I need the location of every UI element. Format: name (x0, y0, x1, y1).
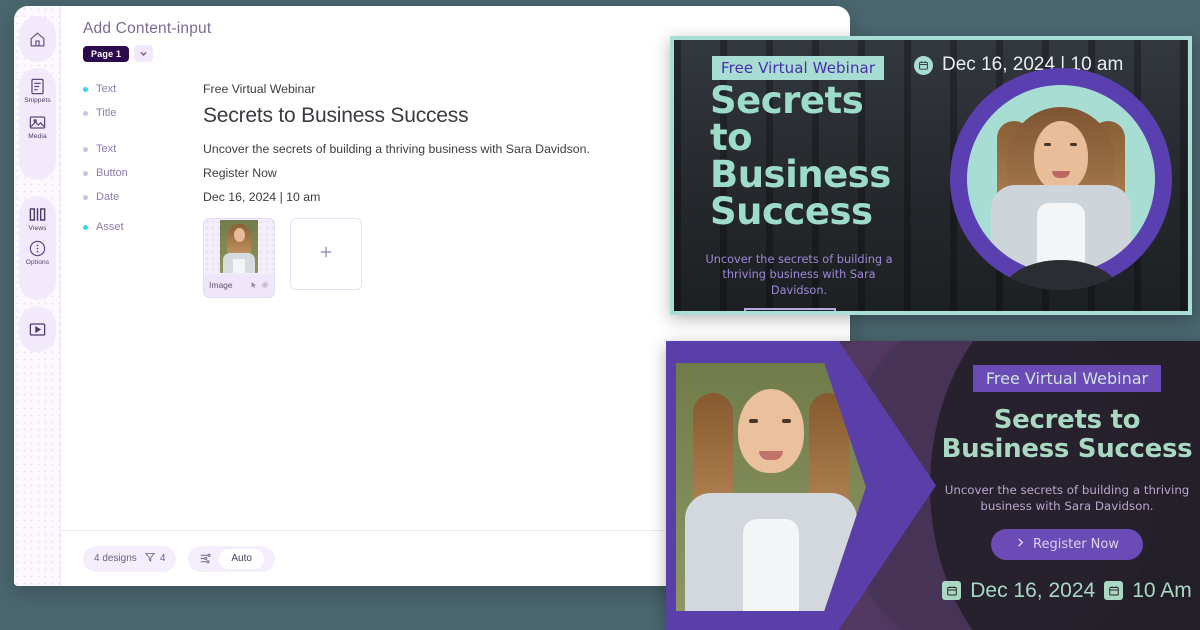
design-2-register-button[interactable]: Register Now (991, 528, 1143, 560)
field-value[interactable]: Free Virtual Webinar (203, 80, 315, 96)
views-icon (28, 205, 47, 224)
design-1-title[interactable]: Secrets to Business Success (710, 82, 910, 230)
asset-card-label: Image (209, 280, 233, 291)
asset-thumbnail (204, 219, 274, 274)
sidebar-item-label: Media (28, 133, 47, 140)
field-label: Text (96, 143, 117, 156)
status-dot (83, 110, 88, 116)
designs-count: 4 (159, 553, 166, 564)
snippets-icon (28, 77, 47, 96)
designs-label: 4 designs (94, 553, 137, 564)
calendar-icon (942, 581, 962, 601)
field-key: Text (83, 80, 203, 95)
status-dot (83, 194, 88, 200)
sidebar-item-label: Views (28, 225, 47, 232)
design-1-content: Free Virtual Webinar Dec 16, 2024 | 10 a… (674, 40, 1188, 311)
design-2-time-text: 10 Am (1132, 578, 1192, 602)
designs-count-box[interactable]: 4 (144, 550, 166, 568)
calendar-icon (914, 55, 933, 75)
resize-handle-left[interactable]: « (736, 313, 742, 316)
cursor-icon[interactable] (250, 276, 258, 294)
field-value[interactable]: Register Now (203, 164, 277, 180)
chevron-down-icon (139, 45, 148, 63)
designs-pill[interactable]: 4 designs 4 (83, 545, 177, 572)
field-label: Text (96, 83, 117, 95)
design-1-photo-ring (950, 68, 1172, 290)
asset-tiles: Image (203, 218, 362, 299)
field-key: Button (83, 164, 203, 179)
funnel-icon (144, 550, 156, 568)
page-dropdown-button[interactable] (134, 45, 154, 63)
design-2-register-label: Register Now (1033, 536, 1119, 552)
asset-image-preview (220, 220, 258, 274)
sidebar-item-label: Snippets (24, 97, 51, 104)
sliders-icon[interactable] (199, 552, 212, 565)
options-icon (28, 239, 47, 258)
sidebar-item-options[interactable]: Options (26, 239, 49, 266)
asset-card-image[interactable]: Image (203, 218, 275, 299)
field-key: Title (83, 104, 203, 119)
sidebar-item-home[interactable] (28, 30, 47, 49)
sidebar-item-preview[interactable] (28, 320, 47, 339)
status-dot (83, 86, 88, 92)
auto-button[interactable]: Auto (219, 548, 264, 569)
sidebar-group-preview (19, 306, 56, 352)
design-preview-card-2[interactable]: Free Virtual Webinar Secrets to Business… (666, 341, 1200, 630)
status-dot (83, 170, 88, 176)
design-1-subtitle[interactable]: Uncover the secrets of building a thrivi… (704, 252, 894, 298)
design-2-date-text: Dec 16, 2024 (970, 578, 1096, 602)
sidebar-item-views[interactable]: Views (28, 205, 47, 232)
media-icon (28, 113, 47, 132)
field-key: Text (83, 140, 203, 155)
design-1-button-wrap: « Register Now » (736, 308, 844, 316)
field-label: Title (96, 107, 117, 119)
sidebar-item-media[interactable]: Media (28, 113, 47, 140)
field-key: Asset (83, 218, 203, 233)
play-icon (28, 320, 47, 339)
design-1-register-button[interactable]: Register Now (744, 308, 836, 311)
asset-card-tools (250, 276, 269, 294)
field-value[interactable]: Uncover the secrets of building a thrivi… (203, 140, 590, 156)
chevron-right-icon (1015, 537, 1026, 552)
sidebar-group-library: Snippets Media (19, 68, 56, 180)
gear-icon[interactable] (261, 276, 269, 294)
field-value[interactable]: Dec 16, 2024 | 10 am (203, 188, 320, 204)
calendar-icon (1104, 581, 1124, 601)
design-2-date-row[interactable]: Dec 16, 2024 10 Am (934, 579, 1200, 603)
sidebar-item-label: Options (25, 259, 50, 266)
field-label: Asset (96, 221, 124, 234)
auto-pill[interactable]: Auto (188, 545, 275, 572)
home-icon (28, 30, 47, 49)
field-label: Button (96, 167, 128, 180)
design-2-content: Free Virtual Webinar Secrets to Business… (934, 341, 1200, 630)
plus-icon (317, 243, 335, 266)
design-preview-card-1[interactable]: Free Virtual Webinar Dec 16, 2024 | 10 a… (670, 36, 1192, 315)
design-1-photo (967, 85, 1155, 273)
field-label: Date (96, 191, 120, 204)
design-1-badge[interactable]: Free Virtual Webinar (712, 56, 885, 80)
design-2-title[interactable]: Secrets to Business Success (934, 405, 1200, 464)
status-dot (83, 224, 88, 230)
sidebar-item-snippets[interactable]: Snippets (24, 77, 51, 104)
sidebar-group-tools: Views Options (19, 196, 56, 300)
design-2-subtitle[interactable]: Uncover the secrets of building a thrivi… (945, 482, 1190, 515)
field-value[interactable]: Secrets to Business Success (203, 104, 469, 128)
status-dot (83, 146, 88, 152)
sidebar: Snippets Media Views Options (14, 6, 61, 586)
resize-handle-right[interactable]: » (838, 313, 844, 316)
sidebar-group-home (19, 16, 56, 62)
asset-card-bar: Image (204, 274, 274, 298)
page-badge[interactable]: Page 1 (83, 45, 130, 62)
field-key: Date (83, 188, 203, 203)
add-asset-button[interactable] (290, 218, 362, 291)
design-2-badge[interactable]: Free Virtual Webinar (972, 365, 1162, 392)
